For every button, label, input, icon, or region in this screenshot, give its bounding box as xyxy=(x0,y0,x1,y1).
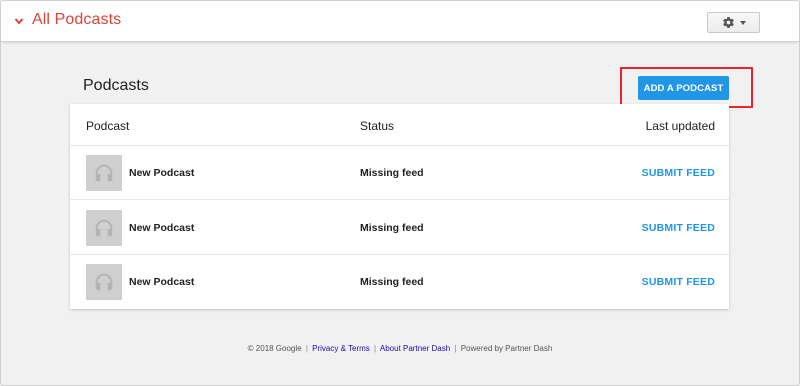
podcast-name[interactable]: New Podcast xyxy=(129,222,194,234)
column-header-status: Status xyxy=(360,119,395,133)
headphones-icon xyxy=(95,164,113,182)
all-podcasts-dropdown[interactable]: All Podcasts xyxy=(14,11,121,29)
caret-down-icon xyxy=(739,20,746,25)
chevron-down-icon xyxy=(14,17,24,25)
table-header: Podcast Status Last updated xyxy=(70,104,729,146)
table-row[interactable]: New Podcast Missing feed SUBMIT FEED xyxy=(70,146,729,200)
footer-separator: | xyxy=(454,344,457,353)
podcast-thumbnail xyxy=(86,155,122,191)
footer-separator: | xyxy=(305,344,308,353)
podcast-name[interactable]: New Podcast xyxy=(129,276,194,288)
privacy-terms-link[interactable]: Privacy & Terms xyxy=(312,344,370,353)
gear-icon xyxy=(722,17,734,28)
column-header-last-updated: Last updated xyxy=(645,119,715,133)
table-row[interactable]: New Podcast Missing feed SUBMIT FEED xyxy=(70,201,729,255)
headphones-icon xyxy=(95,273,113,291)
settings-button[interactable] xyxy=(707,12,760,33)
add-podcast-button[interactable]: ADD A PODCAST xyxy=(638,76,729,100)
headphones-icon xyxy=(95,219,113,237)
column-header-podcast: Podcast xyxy=(86,119,130,133)
footer-separator: | xyxy=(374,344,377,353)
podcast-status: Missing feed xyxy=(360,276,424,288)
nav-title: All Podcasts xyxy=(32,11,122,28)
table-row[interactable]: New Podcast Missing feed SUBMIT FEED xyxy=(70,255,729,309)
copyright-text: © 2018 Google xyxy=(247,344,302,353)
footer: © 2018 Google | Privacy & Terms | About … xyxy=(1,344,799,353)
podcast-thumbnail xyxy=(86,264,122,300)
podcast-status: Missing feed xyxy=(360,167,424,179)
podcast-thumbnail xyxy=(86,210,122,246)
podcast-name[interactable]: New Podcast xyxy=(129,167,194,179)
powered-by-text: Powered by Partner Dash xyxy=(460,344,553,353)
submit-feed-link[interactable]: SUBMIT FEED xyxy=(642,222,715,234)
podcasts-table: Podcast Status Last updated New Podcast … xyxy=(70,104,729,309)
page-title: Podcasts xyxy=(83,77,149,94)
about-partner-dash-link[interactable]: About Partner Dash xyxy=(380,344,450,353)
submit-feed-link[interactable]: SUBMIT FEED xyxy=(642,167,715,179)
submit-feed-link[interactable]: SUBMIT FEED xyxy=(642,276,715,288)
top-bar: All Podcasts xyxy=(1,1,799,42)
podcast-status: Missing feed xyxy=(360,222,424,234)
app-frame: All Podcasts Podcasts ADD A PODCAST Podc… xyxy=(0,0,800,386)
